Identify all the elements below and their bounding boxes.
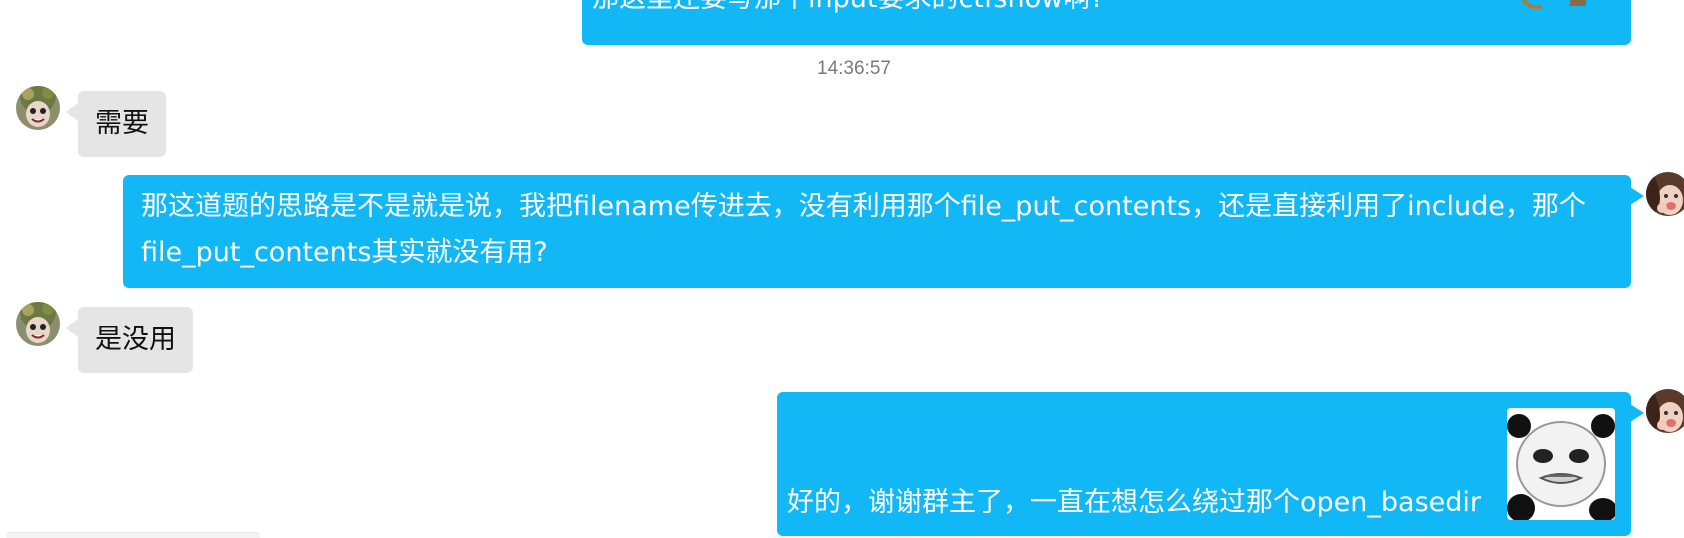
panda-meme-sticker[interactable] bbox=[1507, 408, 1615, 520]
toolbar-icons-partial bbox=[1521, 0, 1586, 10]
outgoing-message-line: 那这道题的思路是不是就是说，我把filename传进去，没有利用那个file_p… bbox=[141, 191, 1586, 222]
incoming-message-bubble[interactable]: 是没用 bbox=[78, 307, 193, 373]
outgoing-message-text: 那这里还要写那个input要求的ctfshow啊? bbox=[592, 0, 1105, 15]
sender-avatar[interactable] bbox=[16, 86, 60, 130]
bubble-tail bbox=[1630, 187, 1644, 205]
incoming-message-text: 是没用 bbox=[95, 324, 176, 355]
message-timestamp: 14:36:57 bbox=[817, 58, 891, 79]
outgoing-message-text: 好的，谢谢群主了，一直在想怎么绕过那个open_basedir bbox=[787, 487, 1481, 518]
outgoing-message-line: file_put_contents其实就没有用? bbox=[141, 237, 548, 268]
partial-card bbox=[6, 532, 260, 538]
bubble-tail bbox=[66, 319, 78, 337]
bubble-tail bbox=[1630, 404, 1644, 422]
chat-message-list[interactable]: 那这里还要写那个input要求的ctfshow啊? 14:36:57 需要 那这… bbox=[0, 0, 1684, 538]
sender-avatar[interactable] bbox=[16, 302, 60, 346]
outgoing-message-bubble[interactable]: 好的，谢谢群主了，一直在想怎么绕过那个open_basedir bbox=[777, 392, 1631, 536]
outgoing-message-bubble[interactable]: 那这道题的思路是不是就是说，我把filename传进去，没有利用那个file_p… bbox=[123, 175, 1631, 288]
bubble-tail bbox=[66, 103, 78, 121]
incoming-message-text: 需要 bbox=[95, 108, 149, 139]
incoming-message-bubble[interactable]: 需要 bbox=[78, 91, 166, 157]
self-avatar[interactable] bbox=[1646, 389, 1684, 433]
self-avatar[interactable] bbox=[1646, 172, 1684, 216]
